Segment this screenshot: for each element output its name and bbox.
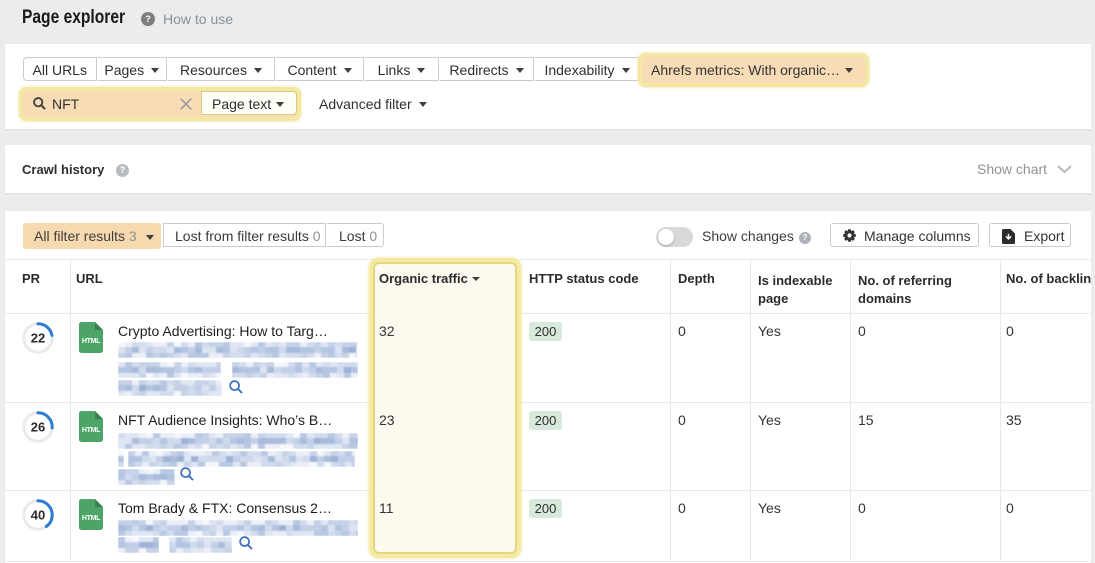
svg-text:26: 26 (31, 420, 45, 435)
svg-text:HTML: HTML (82, 427, 101, 434)
svg-text:HTML: HTML (82, 338, 101, 345)
svg-text:HTML: HTML (82, 515, 101, 522)
svg-text:22: 22 (31, 331, 45, 346)
svg-text:40: 40 (31, 508, 45, 523)
